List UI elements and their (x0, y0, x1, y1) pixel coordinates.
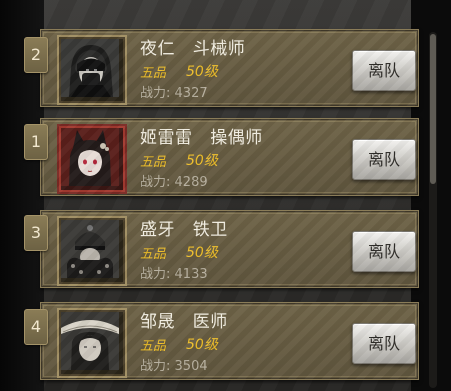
member-level: 50级 (186, 64, 218, 80)
avatar-straw-hat-healer (57, 308, 127, 378)
member-grade: 五品 (140, 66, 167, 81)
scrollbar-thumb[interactable] (430, 34, 436, 184)
leave-team-button[interactable]: 离队 (352, 323, 416, 364)
slot-number-tab: 1 (24, 124, 48, 160)
team-member-card[interactable]: 夜仁 斗械师 五品 50级 战力: 4327 离队 (40, 29, 419, 107)
leave-team-button[interactable]: 离队 (352, 231, 416, 272)
member-power: 战力: 4327 (140, 86, 208, 101)
member-name-profession: 盛牙 铁卫 (140, 220, 228, 240)
member-level: 50级 (186, 245, 218, 261)
avatar-fox-eared-girl (57, 124, 127, 194)
member-grade: 五品 (140, 247, 167, 262)
avatar-hooded-masked-man (57, 35, 127, 105)
member-level: 50级 (186, 337, 218, 353)
leave-team-button[interactable]: 离队 (352, 139, 416, 180)
scrollbar[interactable] (429, 32, 437, 388)
team-member-card[interactable]: 盛牙 铁卫 五品 50级 战力: 4133 离队 (40, 210, 419, 288)
member-name-profession: 姬雷雷 操偶师 (140, 128, 263, 148)
member-name-profession: 邹晟 医师 (140, 312, 228, 332)
member-power: 战力: 4133 (140, 267, 208, 282)
member-grade: 五品 (140, 339, 167, 354)
member-power: 战力: 3504 (140, 359, 208, 374)
member-name-profession: 夜仁 斗械师 (140, 39, 246, 59)
team-member-card[interactable]: 邹晟 医师 五品 50级 战力: 3504 离队 (40, 302, 419, 380)
member-power: 战力: 4289 (140, 175, 208, 190)
member-level: 50级 (186, 153, 218, 169)
member-grade: 五品 (140, 155, 167, 170)
team-member-card[interactable]: 姬雷雷 操偶师 五品 50级 战力: 4289 离队 (40, 118, 419, 196)
slot-number-tab: 2 (24, 37, 48, 73)
slot-number-tab: 3 (24, 215, 48, 251)
slot-number-tab: 4 (24, 309, 48, 345)
leave-team-button[interactable]: 离队 (352, 50, 416, 91)
avatar-armored-guard (57, 216, 127, 286)
